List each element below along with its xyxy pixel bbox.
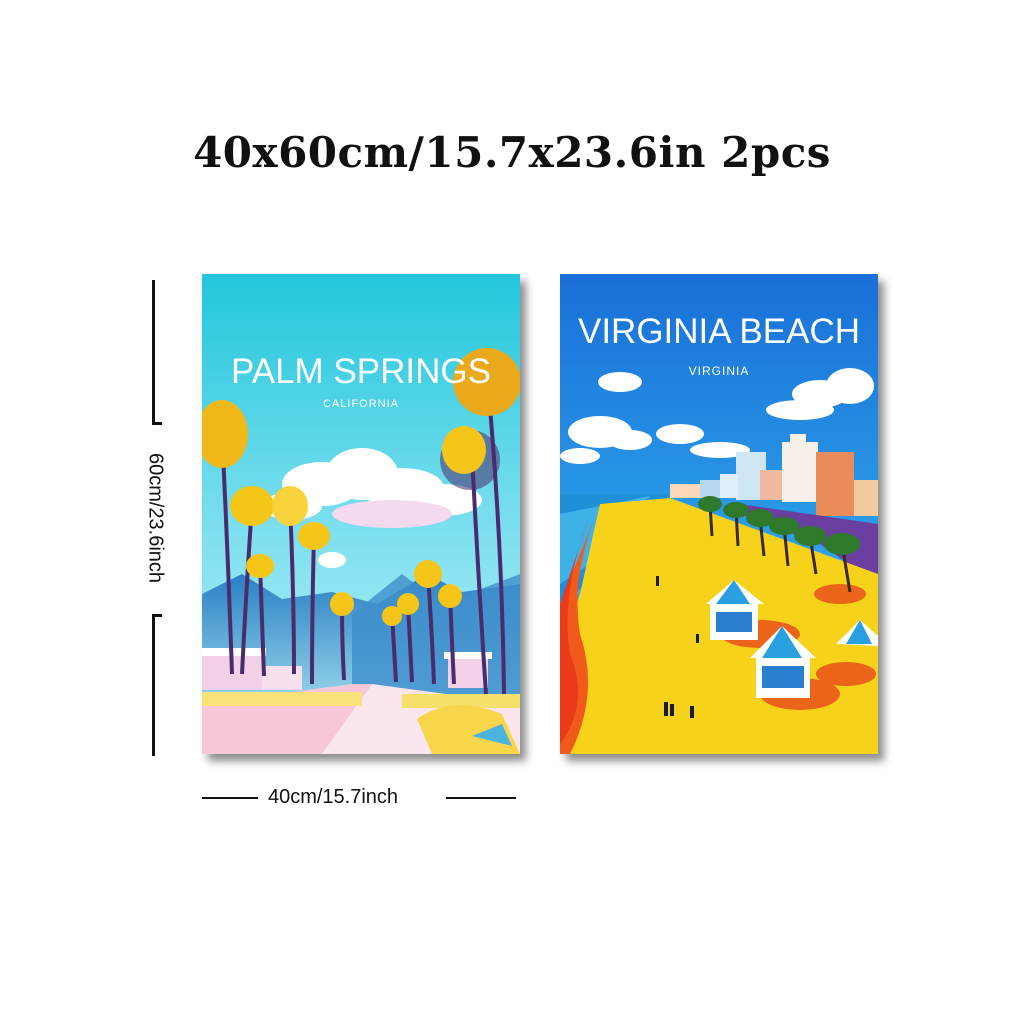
product-size-headline: 40x60cm/15.7x23.6in 2pcs — [193, 128, 831, 177]
height-line-top — [152, 280, 155, 424]
poster-virginia-beach: VIRGINIA BEACH VIRGINIA — [560, 274, 878, 754]
width-line-right — [446, 797, 516, 799]
width-label: 40cm/15.7inch — [267, 786, 399, 808]
height-line-bottom — [152, 614, 155, 756]
palm-springs-illustration — [202, 274, 520, 754]
height-label: 60cm/23.6inch — [144, 452, 167, 584]
poster-title-virginia-beach: VIRGINIA BEACH — [577, 312, 861, 351]
height-tick-top — [152, 422, 162, 425]
poster-palm-springs: PALM SPRINGS CALIFORNIA — [202, 274, 520, 754]
poster-subtitle-california: CALIFORNIA — [322, 398, 399, 410]
poster-subtitle-virginia: VIRGINIA — [688, 364, 750, 378]
poster-title-palm-springs: PALM SPRINGS — [231, 352, 491, 391]
